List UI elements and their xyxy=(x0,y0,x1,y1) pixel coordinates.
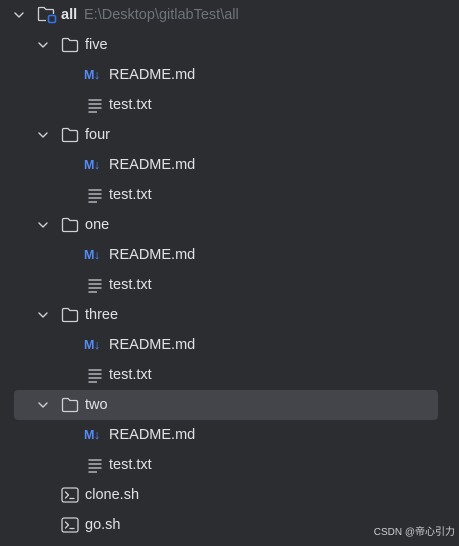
tree-file-test[interactable]: test.txt xyxy=(0,90,459,120)
tree-file-readme[interactable]: M↓ README.md xyxy=(0,60,459,90)
tree-file-test[interactable]: test.txt xyxy=(0,270,459,300)
tree-file-test[interactable]: test.txt xyxy=(0,360,459,390)
file-label: test.txt xyxy=(109,457,152,473)
file-label: README.md xyxy=(109,337,196,353)
shell-script-icon xyxy=(61,487,79,503)
shell-script-icon xyxy=(61,517,79,533)
tree-folder-four[interactable]: four xyxy=(0,120,459,150)
chevron-down-icon[interactable] xyxy=(37,399,49,411)
text-file-icon xyxy=(88,459,102,473)
file-label: test.txt xyxy=(109,277,152,293)
text-file-icon xyxy=(88,279,102,293)
markdown-icon: M↓ xyxy=(84,248,100,262)
root-folder-label: all xyxy=(61,7,78,23)
file-label: test.txt xyxy=(109,97,152,113)
markdown-icon: M↓ xyxy=(84,158,100,172)
chevron-down-icon[interactable] xyxy=(37,129,49,141)
markdown-icon: M↓ xyxy=(84,68,100,82)
tree-file-test[interactable]: test.txt xyxy=(0,180,459,210)
folder-label: four xyxy=(85,127,110,143)
file-label: test.txt xyxy=(109,367,152,383)
file-label: clone.sh xyxy=(85,487,140,503)
tree-file-readme[interactable]: M↓ README.md xyxy=(0,150,459,180)
tree-folder-two[interactable]: two xyxy=(0,390,459,420)
folder-label: two xyxy=(85,397,108,413)
text-file-icon xyxy=(88,189,102,203)
tree-file-test[interactable]: test.txt xyxy=(0,450,459,480)
chevron-down-icon[interactable] xyxy=(37,309,49,321)
markdown-icon: M↓ xyxy=(84,338,100,352)
folder-icon xyxy=(61,127,79,143)
chevron-down-icon[interactable] xyxy=(37,219,49,231)
chevron-down-icon[interactable] xyxy=(13,9,25,21)
markdown-icon: M↓ xyxy=(84,428,100,442)
tree-file-readme[interactable]: M↓ README.md xyxy=(0,240,459,270)
file-label: test.txt xyxy=(109,187,152,203)
text-file-icon xyxy=(88,99,102,113)
root-folder-path: E:\Desktop\gitlabTest\all xyxy=(84,7,239,23)
folder-label: one xyxy=(85,217,110,233)
tree-root-all[interactable]: all E:\Desktop\gitlabTest\all xyxy=(0,0,459,30)
tree-folder-three[interactable]: three xyxy=(0,300,459,330)
folder-label: three xyxy=(85,307,119,323)
file-label: README.md xyxy=(109,427,196,443)
chevron-down-icon[interactable] xyxy=(37,39,49,51)
project-tree: all E:\Desktop\gitlabTest\all five M↓ RE… xyxy=(0,0,459,546)
folder-module-icon xyxy=(37,6,57,24)
tree-folder-one[interactable]: one xyxy=(0,210,459,240)
file-label: README.md xyxy=(109,67,196,83)
tree-file-readme[interactable]: M↓ README.md xyxy=(0,420,459,450)
file-label: go.sh xyxy=(85,517,121,533)
tree-folder-five[interactable]: five xyxy=(0,30,459,60)
tree-file-clone-sh[interactable]: clone.sh xyxy=(0,480,459,510)
watermark-text: CSDN @帝心引力 xyxy=(373,527,455,538)
folder-icon xyxy=(61,217,79,233)
tree-file-readme[interactable]: M↓ README.md xyxy=(0,330,459,360)
text-file-icon xyxy=(88,369,102,383)
folder-label: five xyxy=(85,37,108,53)
folder-icon xyxy=(61,37,79,53)
folder-icon xyxy=(61,397,79,413)
file-label: README.md xyxy=(109,247,196,263)
folder-icon xyxy=(61,307,79,323)
file-label: README.md xyxy=(109,157,196,173)
